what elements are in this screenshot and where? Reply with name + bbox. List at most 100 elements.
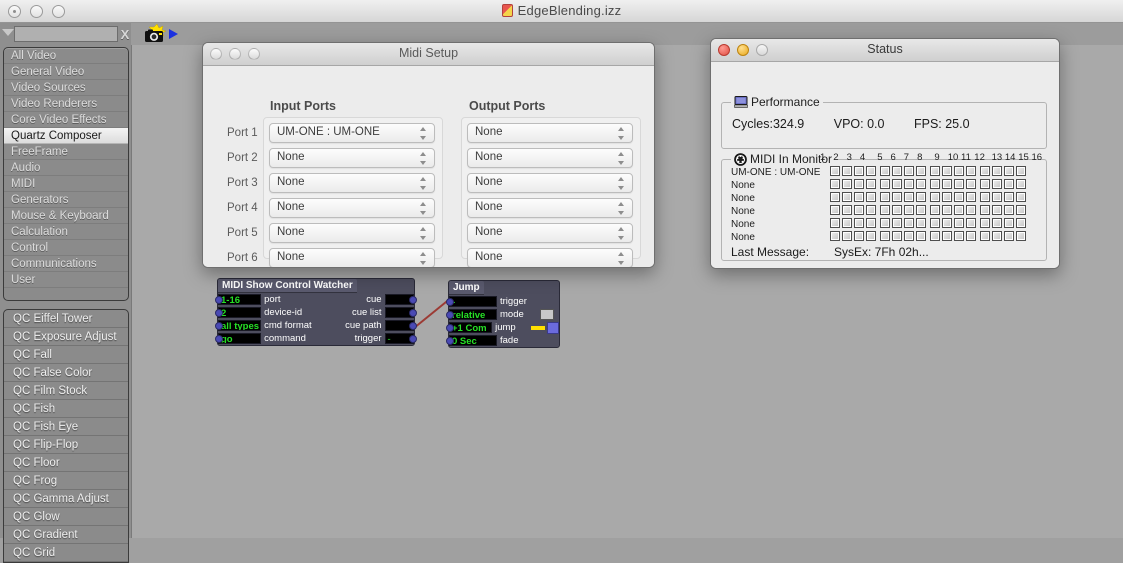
output-port-dot[interactable]	[409, 334, 417, 343]
jump-target-swatch[interactable]	[547, 321, 559, 334]
midi-channel-led	[930, 166, 940, 176]
port-label: Port 2	[227, 152, 258, 164]
category-item[interactable]: MIDI	[4, 176, 128, 192]
category-item-label: Core Video Effects	[11, 114, 107, 126]
input-port-5-select[interactable]: None	[269, 223, 435, 243]
patch-list-item[interactable]: QC Fish Eye	[4, 418, 128, 436]
patch-list-item-label: QC Film Stock	[13, 385, 88, 397]
output-port-dot[interactable]	[409, 321, 417, 330]
category-item[interactable]: All Video	[4, 48, 128, 64]
led-group	[830, 192, 876, 202]
port-value[interactable]: 0 Sec	[449, 335, 497, 346]
input-port-value[interactable]: all types	[218, 320, 262, 331]
input-port-6-select[interactable]: None	[269, 248, 435, 267]
select-value: None	[475, 251, 503, 263]
input-port-1-select[interactable]: UM-ONE : UM-ONE	[269, 123, 435, 143]
patch-list-item[interactable]: QC Gradient	[4, 526, 128, 544]
midi-channel-led	[1004, 231, 1014, 241]
input-port-dot[interactable]	[215, 295, 223, 304]
port-label: trigger	[500, 296, 527, 307]
node-port-row: 0 Sec fade	[446, 334, 559, 347]
camera-snapshot-icon[interactable]	[144, 24, 169, 44]
midi-channel-led	[966, 179, 976, 189]
input-port-dot[interactable]	[215, 321, 223, 330]
patch-list-item[interactable]: QC Frog	[4, 472, 128, 490]
port-value[interactable]: -	[449, 296, 497, 307]
output-port-dot[interactable]	[409, 295, 417, 304]
patch-list-item[interactable]: QC Fish	[4, 400, 128, 418]
category-item[interactable]: General Video	[4, 64, 128, 80]
patch-list[interactable]: QC Eiffel Tower QC Exposure Adjust QC Fall…	[3, 309, 129, 563]
midi-channel-led	[830, 218, 840, 228]
patch-list-item[interactable]: QC Flip-Flop	[4, 436, 128, 454]
input-port-dot[interactable]	[446, 323, 454, 332]
search-clear-button[interactable]: X	[119, 27, 131, 42]
output-port-1-select[interactable]: None	[467, 123, 633, 143]
port-value[interactable]: relative	[449, 309, 497, 320]
input-port-dot[interactable]	[215, 334, 223, 343]
category-item[interactable]: FreeFrame	[4, 144, 128, 160]
port-label: Port 1	[227, 127, 258, 139]
midi-channel-led	[904, 205, 914, 215]
input-port-value[interactable]: 2	[218, 307, 262, 318]
input-port-3-select[interactable]: None	[269, 173, 435, 193]
search-input[interactable]	[14, 26, 118, 42]
patch-list-item-label: QC Gamma Adjust	[13, 493, 109, 505]
category-item[interactable]: Video Renderers	[4, 96, 128, 112]
patch-list-item[interactable]: QC Film Stock	[4, 382, 128, 400]
midi-channel-led	[992, 179, 1002, 189]
patch-list-item[interactable]: QC Gamma Adjust	[4, 490, 128, 508]
input-port-value[interactable]: go	[218, 333, 262, 344]
midi-channel-led	[880, 179, 890, 189]
output-port-6-select[interactable]: None	[467, 248, 633, 267]
output-port-5-select[interactable]: None	[467, 223, 633, 243]
output-port-2-select[interactable]: None	[467, 148, 633, 168]
patch-list-item[interactable]: QC Exposure Adjust	[4, 328, 128, 346]
patch-list-item[interactable]: QC Grid	[4, 544, 128, 562]
input-port-label: port	[264, 294, 281, 305]
status-window[interactable]: Status Performance Cycles:324.9 VPO: 0.0…	[710, 38, 1060, 269]
midi-channel-led	[980, 218, 990, 228]
category-item[interactable]: Quartz Composer	[4, 128, 128, 144]
led-group	[980, 218, 1026, 228]
category-item[interactable]: Audio	[4, 160, 128, 176]
output-port-4-select[interactable]: None	[467, 198, 633, 218]
category-item[interactable]: User	[4, 272, 128, 288]
output-port-dot[interactable]	[409, 308, 417, 317]
patch-list-item[interactable]: QC Floor	[4, 454, 128, 472]
channel-number: 2	[833, 152, 839, 163]
input-port-dot[interactable]	[215, 308, 223, 317]
input-port-dot[interactable]	[446, 310, 454, 319]
node-port-row: 2 device-id cue list	[215, 306, 417, 319]
chevron-updown-icon	[618, 227, 625, 240]
port-value[interactable]: +1 Com	[449, 322, 493, 333]
node-midi-show-control-watcher[interactable]: MIDI Show Control Watcher 1-16 port cue 2 de…	[215, 278, 417, 346]
category-item-label: MIDI	[11, 178, 36, 190]
midi-channel-led	[880, 205, 890, 215]
input-port-4-select[interactable]: None	[269, 198, 435, 218]
node-jump[interactable]: Jump -triggerrelativemode+1 Comjump0 Sec…	[446, 280, 560, 348]
input-port-2-select[interactable]: None	[269, 148, 435, 168]
category-item[interactable]: Control	[4, 240, 128, 256]
led-group	[830, 218, 876, 228]
patch-list-item[interactable]: QC False Color	[4, 364, 128, 382]
category-list[interactable]: All Video General Video Video Sources Video…	[3, 47, 129, 301]
category-item[interactable]: Calculation	[4, 224, 128, 240]
input-port-value[interactable]: 1-16	[218, 294, 262, 305]
category-item[interactable]: Video Sources	[4, 80, 128, 96]
category-item[interactable]: Mouse & Keyboard	[4, 208, 128, 224]
patch-list-item[interactable]: QC Glow	[4, 508, 128, 526]
play-triangle-icon[interactable]	[169, 29, 178, 39]
chevron-updown-icon	[420, 252, 427, 265]
midi-setup-window[interactable]: Midi Setup Input Ports Output Ports Port…	[202, 42, 655, 268]
category-item[interactable]: Generators	[4, 192, 128, 208]
output-port-3-select[interactable]: None	[467, 173, 633, 193]
category-item[interactable]: Core Video Effects	[4, 112, 128, 128]
category-item[interactable]: Communications	[4, 256, 128, 272]
triangle-down-icon[interactable]	[2, 29, 14, 36]
mode-swatch-icon[interactable]	[540, 309, 554, 320]
input-port-dot[interactable]	[446, 336, 454, 345]
patch-list-item[interactable]: QC Fall	[4, 346, 128, 364]
input-port-dot[interactable]	[446, 297, 454, 306]
patch-list-item[interactable]: QC Eiffel Tower	[4, 310, 128, 328]
